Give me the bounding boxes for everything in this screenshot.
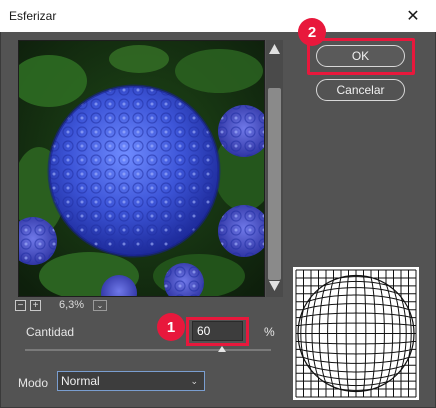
window-title: Esferizar	[9, 9, 57, 23]
amount-highlight-box	[186, 317, 249, 346]
amount-slider-thumb[interactable]	[217, 346, 226, 352]
percent-unit: %	[264, 325, 275, 339]
cancel-button[interactable]: Cancelar	[316, 79, 405, 101]
hydrangea-photo	[19, 41, 264, 296]
ok-button[interactable]: OK	[316, 45, 405, 67]
mode-select[interactable]: Normal ⌄	[57, 371, 205, 391]
spherize-grid-preview	[293, 267, 419, 400]
zoom-in-button[interactable]: +	[30, 299, 41, 311]
scrollbar-thumb[interactable]	[268, 88, 281, 280]
zoom-level: 6,3%	[59, 299, 85, 311]
chevron-down-icon: ⌄	[190, 376, 198, 386]
scroll-down-arrow-icon[interactable]	[266, 279, 283, 293]
preview-image[interactable]	[18, 40, 265, 297]
amount-label: Cantidad	[26, 325, 75, 339]
amount-slider-track[interactable]	[25, 349, 271, 351]
scroll-up-arrow-icon[interactable]	[266, 42, 283, 56]
callout-badge-2: 2	[298, 18, 326, 46]
mode-selected-value: Normal	[61, 374, 100, 388]
zoom-dropdown-icon[interactable]: ⌄	[93, 299, 107, 311]
title-bar: Esferizar ✕	[0, 0, 436, 32]
callout-badge-1: 1	[157, 313, 185, 341]
zoom-out-button[interactable]: −	[15, 299, 26, 311]
spherize-dialog: − + 6,3% ⌄ OK Cancelar Cantidad 60 % Mod…	[0, 18, 436, 408]
close-icon[interactable]: ✕	[390, 0, 436, 32]
distortion-grid-icon	[295, 269, 417, 398]
zoom-controls: − + 6,3% ⌄	[15, 298, 107, 312]
mode-label: Modo	[18, 376, 49, 390]
